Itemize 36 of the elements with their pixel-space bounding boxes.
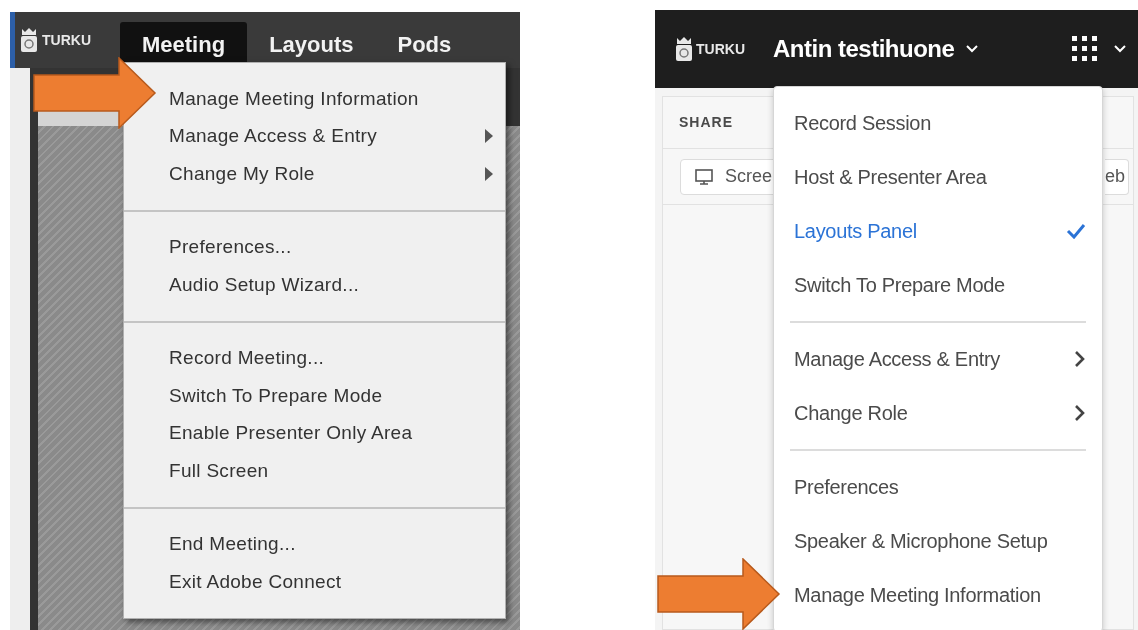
menu-item[interactable]: Switch To Prepare Mode	[169, 377, 505, 415]
menu-item[interactable]: Change My Role	[169, 155, 505, 193]
menu-item[interactable]: Preferences	[790, 460, 1086, 514]
menu-bar-item[interactable]: Layouts	[247, 22, 376, 66]
menu-item[interactable]: Layouts Panel	[790, 204, 1086, 258]
monitor-icon	[695, 168, 713, 185]
menu-item[interactable]: Speaker & Microphone Setup	[790, 514, 1086, 568]
share-option-button[interactable]: eb	[1105, 158, 1129, 195]
crest-icon	[675, 36, 693, 62]
grid-icon	[1072, 36, 1098, 62]
room-title-dropdown[interactable]: Antin testihuone	[773, 31, 981, 67]
menu-item[interactable]: Preferences...	[169, 228, 505, 266]
checkmark-icon	[1066, 223, 1086, 239]
menu-item[interactable]: Audio Setup Wizard...	[169, 266, 505, 304]
menu-item[interactable]: Manage Meeting Information	[790, 568, 1086, 622]
menu-item[interactable]: Exit Adobe Connect	[169, 563, 505, 601]
chevron-right-icon	[1074, 350, 1086, 368]
menu-item[interactable]: Full Screen	[169, 452, 505, 490]
menu-item[interactable]: End Meeting...	[169, 525, 505, 563]
menu-item[interactable]: Switch To Prepare Mode	[790, 258, 1086, 312]
menu-item[interactable]: Record Session	[790, 96, 1086, 150]
menu-bar-item[interactable]: Pods	[375, 22, 474, 66]
menu-item[interactable]: Manage Meeting Information	[169, 80, 505, 118]
apps-menu-button[interactable]	[1072, 36, 1128, 62]
menu-item[interactable]: Enable Presenter Only Area	[169, 414, 505, 452]
logo-text: TURKU	[42, 30, 91, 50]
menu-item[interactable]: Record Meeting...	[169, 339, 505, 377]
pod-title: SHARE	[679, 113, 733, 132]
menu-item[interactable]: Manage Access & Entry	[790, 332, 1086, 386]
menu-item[interactable]: Manage Access & Entry	[169, 117, 505, 155]
chevron-right-icon	[1074, 404, 1086, 422]
submenu-triangle-icon	[485, 129, 493, 144]
submenu-triangle-icon	[485, 166, 493, 181]
menu-item[interactable]: Change Role	[790, 386, 1086, 440]
crest-icon	[20, 27, 38, 53]
logo-text: TURKU	[696, 39, 745, 59]
